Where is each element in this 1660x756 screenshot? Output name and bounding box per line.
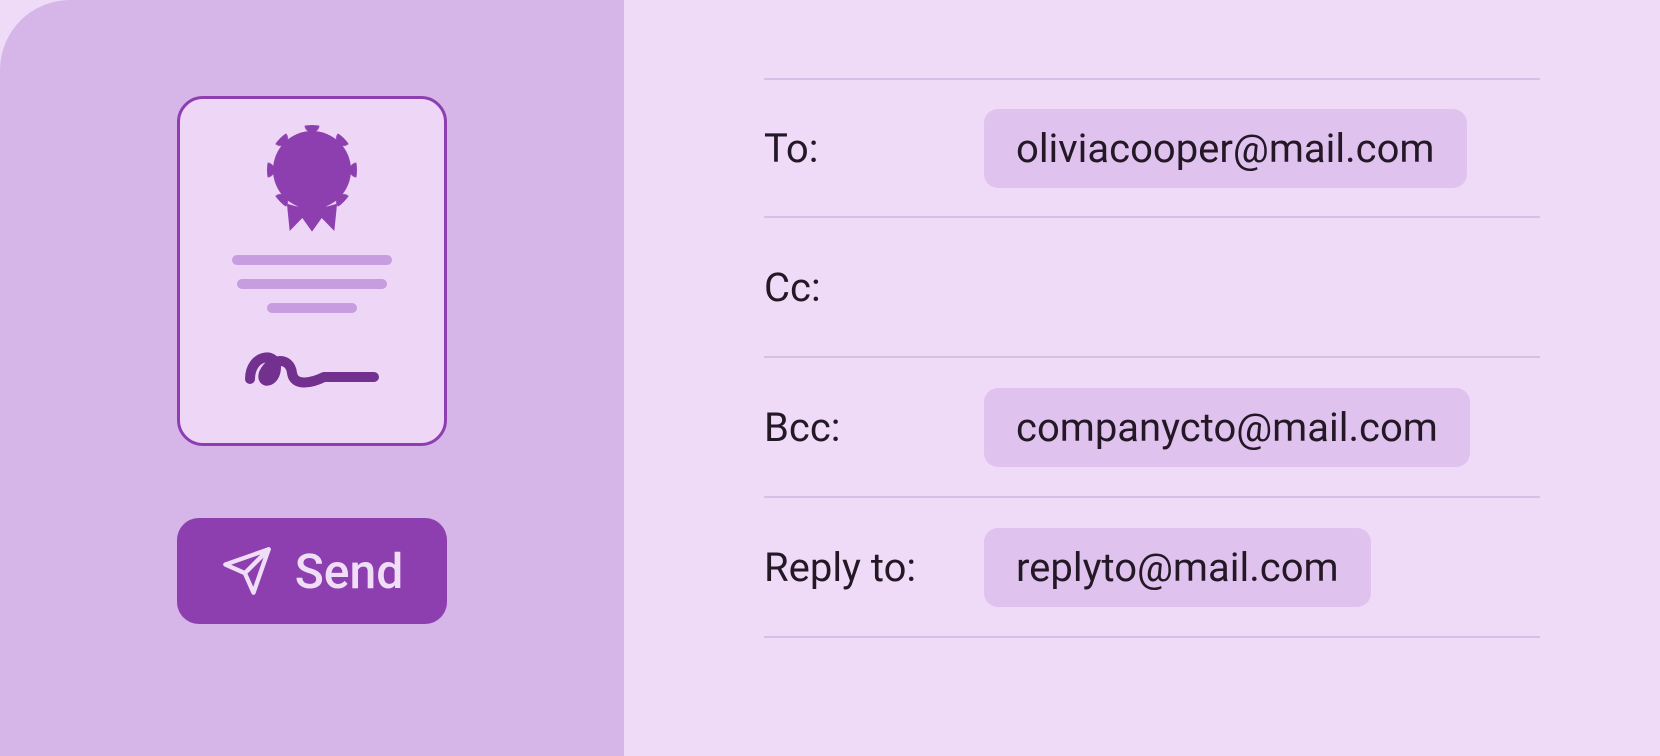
to-label: To: [764,125,984,172]
recipients-pane: To: oliviacooper@mail.com Cc: Bcc: compa… [624,0,1660,756]
replyto-chip[interactable]: replyto@mail.com [984,528,1371,607]
send-button[interactable]: Send [177,518,447,624]
cc-row[interactable]: Cc: [764,218,1540,358]
award-seal-icon [273,131,351,233]
replyto-row[interactable]: Reply to: replyto@mail.com [764,498,1540,638]
certificate-attachment[interactable] [177,96,447,446]
to-chip[interactable]: oliviacooper@mail.com [984,109,1467,188]
signature-icon [242,343,382,393]
cc-label: Cc: [764,264,984,311]
send-button-label: Send [295,543,404,600]
document-body-lines [232,255,392,313]
compose-window: Send To: oliviacooper@mail.com Cc: Bcc: … [0,0,1660,756]
to-row[interactable]: To: oliviacooper@mail.com [764,78,1540,218]
replyto-label: Reply to: [764,544,984,591]
send-icon [221,545,273,597]
attachment-pane: Send [0,0,624,756]
bcc-label: Bcc: [764,404,984,451]
bcc-row[interactable]: Bcc: companycto@mail.com [764,358,1540,498]
bcc-chip[interactable]: companycto@mail.com [984,388,1470,467]
